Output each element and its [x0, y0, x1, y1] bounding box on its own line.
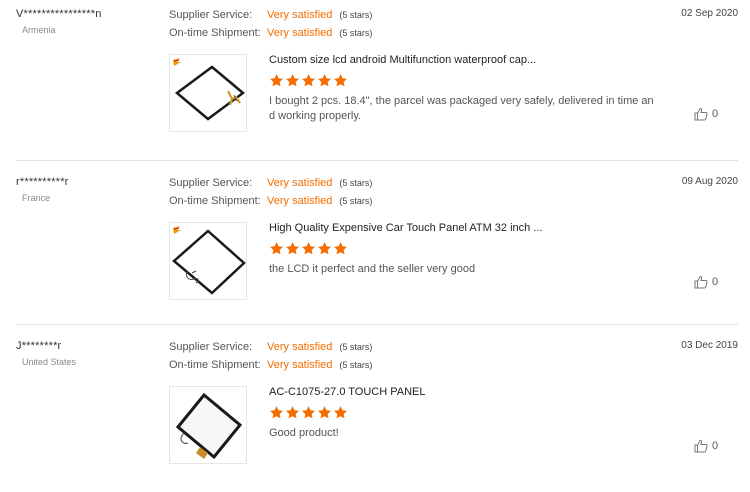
product-thumbnail[interactable]	[169, 54, 247, 132]
thumbs-up-icon	[694, 275, 708, 289]
shipment-label: On-time Shipment:	[169, 359, 261, 371]
shipment-rating: On-time Shipment: Very satisfied (5 stars)	[169, 359, 372, 371]
product-title[interactable]: AC-C1075-27.0 TOUCH PANEL	[269, 386, 426, 398]
product-thumbnail[interactable]	[169, 386, 247, 464]
star-icon	[317, 73, 332, 88]
review-date: 03 Dec 2019	[681, 340, 738, 351]
review-comment: Good product!	[269, 427, 339, 439]
product-title[interactable]: Custom size lcd android Multifunction wa…	[269, 54, 536, 66]
shipment-value: Very satisfied	[267, 195, 333, 207]
thumbs-up-icon	[694, 107, 708, 121]
shipment-rating: On-time Shipment: Very satisfied (5 stars)	[169, 195, 372, 207]
review-divider	[16, 160, 738, 161]
product-title[interactable]: High Quality Expensive Car Touch Panel A…	[269, 222, 543, 234]
shipment-value: Very satisfied	[267, 359, 333, 371]
review-comment: the LCD it perfect and the seller very g…	[269, 263, 476, 275]
thumbs-up-icon	[694, 439, 708, 453]
reviewer-country: Armenia	[22, 25, 56, 35]
shipment-stars: (5 stars)	[339, 28, 373, 38]
star-icon	[269, 405, 284, 420]
product-rating-stars	[269, 73, 349, 89]
reviewer-name: r**********r	[16, 176, 69, 188]
shipment-rating: On-time Shipment: Very satisfied (5 stars)	[169, 27, 372, 39]
reviewer-country: France	[22, 193, 51, 203]
star-icon	[285, 241, 300, 256]
helpful-button[interactable]: 0	[694, 107, 718, 121]
shipment-stars: (5 stars)	[339, 360, 373, 370]
review-item: r**********r France Supplier Service: Ver…	[0, 168, 750, 328]
supplier-service-value: Very satisfied	[267, 9, 333, 21]
supplier-service-stars: (5 stars)	[339, 178, 373, 188]
helpful-count: 0	[712, 276, 719, 288]
review-date: 02 Sep 2020	[681, 8, 738, 19]
star-icon	[333, 405, 348, 420]
supplier-service-rating: Supplier Service: Very satisfied (5 stars)	[169, 9, 372, 21]
supplier-service-value: Very satisfied	[267, 341, 333, 353]
star-icon	[301, 241, 316, 256]
review-item: V****************n Armenia Supplier Serv…	[0, 0, 750, 160]
star-icon	[285, 405, 300, 420]
star-icon	[333, 73, 348, 88]
star-icon	[301, 405, 316, 420]
star-icon	[333, 241, 348, 256]
touch-panel-image	[173, 58, 246, 121]
star-icon	[317, 241, 332, 256]
shipment-stars: (5 stars)	[339, 196, 373, 206]
reviewer-name: V****************n	[16, 8, 102, 20]
star-icon	[317, 405, 332, 420]
helpful-count: 0	[712, 108, 719, 120]
review-date: 09 Aug 2020	[681, 176, 738, 187]
helpful-count: 0	[712, 440, 719, 452]
star-icon	[269, 241, 284, 256]
supplier-service-label: Supplier Service:	[169, 341, 253, 353]
shipment-label: On-time Shipment:	[169, 195, 261, 207]
review-comment: I bought 2 pcs. 18.4", the parcel was pa…	[269, 95, 654, 122]
supplier-service-value: Very satisfied	[267, 177, 333, 189]
shipment-label: On-time Shipment:	[169, 27, 261, 39]
star-icon	[269, 73, 284, 88]
supplier-service-label: Supplier Service:	[169, 9, 253, 21]
supplier-service-stars: (5 stars)	[339, 342, 373, 352]
supplier-service-label: Supplier Service:	[169, 177, 253, 189]
touch-panel-image	[172, 226, 246, 295]
product-thumbnail[interactable]	[169, 222, 247, 300]
supplier-service-stars: (5 stars)	[339, 10, 373, 20]
touch-panel-image	[175, 392, 243, 460]
helpful-button[interactable]: 0	[694, 439, 718, 453]
star-icon	[285, 73, 300, 88]
supplier-service-rating: Supplier Service: Very satisfied (5 stars)	[169, 341, 372, 353]
reviewer-name: J********r	[16, 340, 62, 352]
product-rating-stars	[269, 241, 349, 257]
brand-logo-icon	[173, 226, 181, 234]
supplier-service-rating: Supplier Service: Very satisfied (5 stars)	[169, 177, 372, 189]
star-icon	[301, 73, 316, 88]
reviewer-country: United States	[22, 357, 77, 367]
shipment-value: Very satisfied	[267, 27, 333, 39]
product-rating-stars	[269, 405, 349, 421]
review-item: J********r United States Supplier Servic…	[0, 332, 750, 492]
brand-logo-icon	[173, 58, 181, 66]
helpful-button[interactable]: 0	[694, 275, 718, 289]
review-divider	[16, 324, 738, 325]
